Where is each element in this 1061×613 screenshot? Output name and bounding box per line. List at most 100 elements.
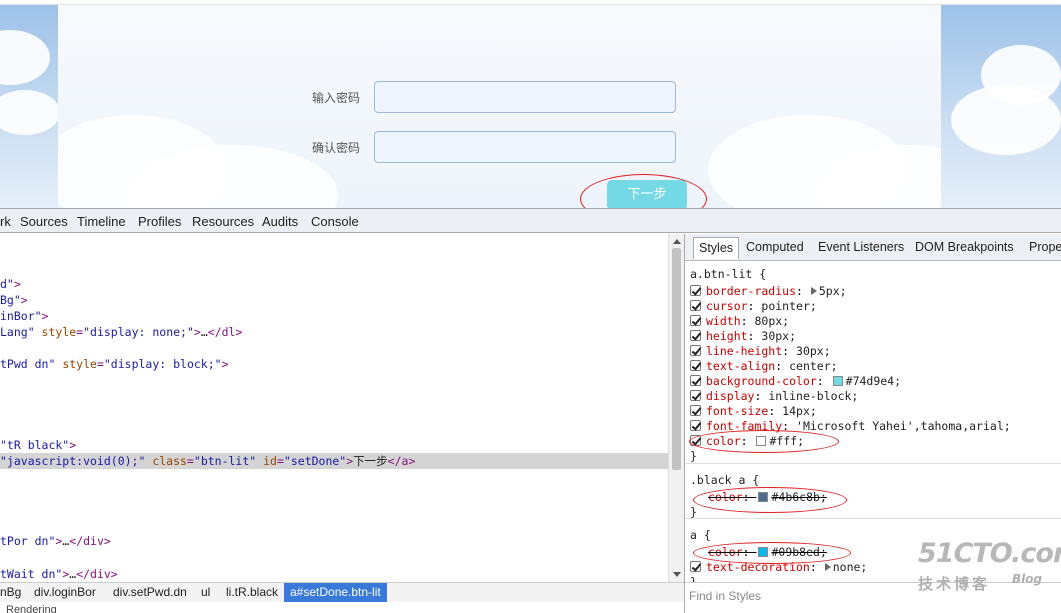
property-name[interactable]: text-align xyxy=(706,359,775,373)
rule-selector[interactable]: .black a { xyxy=(690,473,759,487)
code-token: "javascript:void(0);" xyxy=(0,454,146,468)
watermark-logo: 51CTO.com xyxy=(918,538,1061,569)
property-value[interactable]: 30px; xyxy=(796,344,831,358)
code-token: tPor dn" xyxy=(0,534,56,548)
style-property[interactable]: display: inline-block; xyxy=(690,389,858,404)
property-checkbox[interactable] xyxy=(690,315,701,326)
breadcrumb-item[interactable]: li.tR.black xyxy=(226,583,278,602)
breadcrumb-item[interactable]: nBg xyxy=(0,583,21,602)
property-value[interactable]: 'Microsoft Yahei',tahoma,arial; xyxy=(796,419,1011,433)
property-name[interactable]: display xyxy=(706,389,754,403)
dom-line[interactable]: inBor"> xyxy=(0,308,668,324)
tab-properties[interactable]: Prope xyxy=(1029,240,1061,254)
property-name[interactable]: border-radius xyxy=(706,284,796,298)
tab-event-listeners[interactable]: Event Listeners xyxy=(818,240,904,254)
password-label: 输入密码 xyxy=(312,91,361,105)
breadcrumb-item-active[interactable]: a#setDone.btn-lit xyxy=(284,583,387,602)
style-property[interactable]: background-color: #74d9e4; xyxy=(690,374,901,389)
scroll-down-arrow-icon[interactable] xyxy=(673,572,681,577)
style-property[interactable]: height: 30px; xyxy=(690,329,796,344)
dom-line[interactable]: tPwd dn" style="display: block;"> xyxy=(0,356,668,372)
dom-line[interactable]: Bg"> xyxy=(0,292,668,308)
rule-selector[interactable]: a.btn-lit { xyxy=(690,267,766,281)
property-value[interactable]: none; xyxy=(833,560,868,574)
color-swatch-icon[interactable] xyxy=(832,376,843,386)
tab-computed[interactable]: Computed xyxy=(746,240,804,254)
property-checkbox[interactable] xyxy=(690,390,701,401)
property-checkbox[interactable] xyxy=(690,345,701,356)
scroll-up-arrow-icon[interactable] xyxy=(673,239,681,244)
tab-resources[interactable]: Resources xyxy=(192,214,254,229)
property-value[interactable]: inline-block; xyxy=(768,389,858,403)
style-property[interactable]: border-radius: 5px; xyxy=(690,284,847,299)
elements-scrollbar[interactable] xyxy=(668,234,684,582)
tab-console[interactable]: Console xyxy=(311,214,359,229)
dom-line[interactable]: Lang" style="display: none;">…</dl> xyxy=(0,324,668,340)
tab-sources[interactable]: Sources xyxy=(20,214,68,229)
find-in-styles-field[interactable]: Find in Styles xyxy=(685,582,1061,613)
property-value[interactable]: #74d9e4; xyxy=(846,374,901,388)
dom-line[interactable]: tPor dn">…</div> xyxy=(0,533,668,549)
property-value[interactable]: 80px; xyxy=(754,314,789,328)
tab-profiles[interactable]: Profiles xyxy=(138,214,181,229)
code-token: > xyxy=(69,438,77,452)
property-checkbox[interactable] xyxy=(690,420,701,431)
dom-line[interactable]: tWait dn">…</div> xyxy=(0,566,668,582)
expand-triangle-icon[interactable] xyxy=(810,287,817,295)
code-token: "setDone" xyxy=(283,454,347,468)
property-checkbox[interactable] xyxy=(690,561,701,572)
property-value[interactable]: 5px; xyxy=(819,284,847,298)
property-name[interactable]: font-size xyxy=(706,404,768,418)
code-token: > xyxy=(221,357,229,371)
code-token: > xyxy=(13,277,21,291)
property-checkbox[interactable] xyxy=(690,285,701,296)
scroll-thumb[interactable] xyxy=(672,248,681,470)
property-name[interactable]: line-height xyxy=(706,344,782,358)
breadcrumb-item[interactable]: div.loginBor xyxy=(34,583,96,602)
property-checkbox[interactable] xyxy=(690,360,701,371)
property-name[interactable]: background-color xyxy=(706,374,817,388)
dom-line-selected[interactable]: "javascript:void(0);" class="btn-lit" id… xyxy=(0,453,668,469)
breadcrumb-item[interactable]: div.setPwd.dn xyxy=(113,583,187,602)
tab-audits[interactable]: Audits xyxy=(262,214,298,229)
style-property[interactable]: font-size: 14px; xyxy=(690,404,817,419)
tab-dom-breakpoints[interactable]: DOM Breakpoints xyxy=(915,240,1014,254)
rule-selector[interactable]: a { xyxy=(690,528,711,542)
dom-line[interactable]: "tR black"> xyxy=(0,437,668,453)
sidebar-tab-bar: Styles Computed Event Listeners DOM Brea… xyxy=(685,234,1061,261)
property-checkbox[interactable] xyxy=(690,405,701,416)
style-property[interactable]: line-height: 30px; xyxy=(690,344,831,359)
cloud-shape xyxy=(981,45,1061,105)
page-preview: 输入密码 确认密码 xyxy=(0,0,1061,208)
tab-network[interactable]: rk xyxy=(0,214,11,229)
property-value[interactable]: 14px; xyxy=(782,404,817,418)
property-value[interactable]: pointer; xyxy=(761,299,816,313)
watermark-blog: Blog xyxy=(1012,572,1043,586)
property-value[interactable]: center; xyxy=(789,359,837,373)
elements-dom-tree[interactable]: d"> Bg"> inBor"> Lang" style="display: n… xyxy=(0,234,668,582)
breadcrumb-item[interactable]: ul xyxy=(201,583,210,602)
dom-breadcrumb: nBg div.loginBor div.setPwd.dn ul li.tR.… xyxy=(0,582,684,602)
status-bar: Rendering xyxy=(0,602,684,613)
property-checkbox[interactable] xyxy=(690,375,701,386)
style-property[interactable]: width: 80px; xyxy=(690,314,789,329)
confirm-password-input[interactable] xyxy=(374,131,676,163)
property-name[interactable]: height xyxy=(706,329,748,343)
property-checkbox[interactable] xyxy=(690,300,701,311)
devtools-tab-bar: rk Sources Timeline Profiles Resources A… xyxy=(0,208,1061,233)
property-value[interactable]: 30px; xyxy=(761,329,796,343)
style-property[interactable]: text-align: center; xyxy=(690,359,838,374)
property-name[interactable]: cursor xyxy=(706,299,748,313)
property-text: background-color: #74d9e4; xyxy=(706,374,902,388)
expand-triangle-icon[interactable] xyxy=(824,563,831,571)
tab-timeline[interactable]: Timeline xyxy=(77,214,126,229)
screenshot-root: 输入密码 确认密码 下一步 rk Sources Timeline Profil… xyxy=(0,0,1061,613)
property-name[interactable]: width xyxy=(706,314,741,328)
style-property[interactable]: cursor: pointer; xyxy=(690,299,817,314)
property-text: text-align: center; xyxy=(706,359,838,373)
tab-styles[interactable]: Styles xyxy=(693,237,740,259)
password-input[interactable] xyxy=(374,81,676,113)
annotation-circle xyxy=(693,542,851,564)
dom-line[interactable]: d"> xyxy=(0,276,668,292)
property-checkbox[interactable] xyxy=(690,330,701,341)
